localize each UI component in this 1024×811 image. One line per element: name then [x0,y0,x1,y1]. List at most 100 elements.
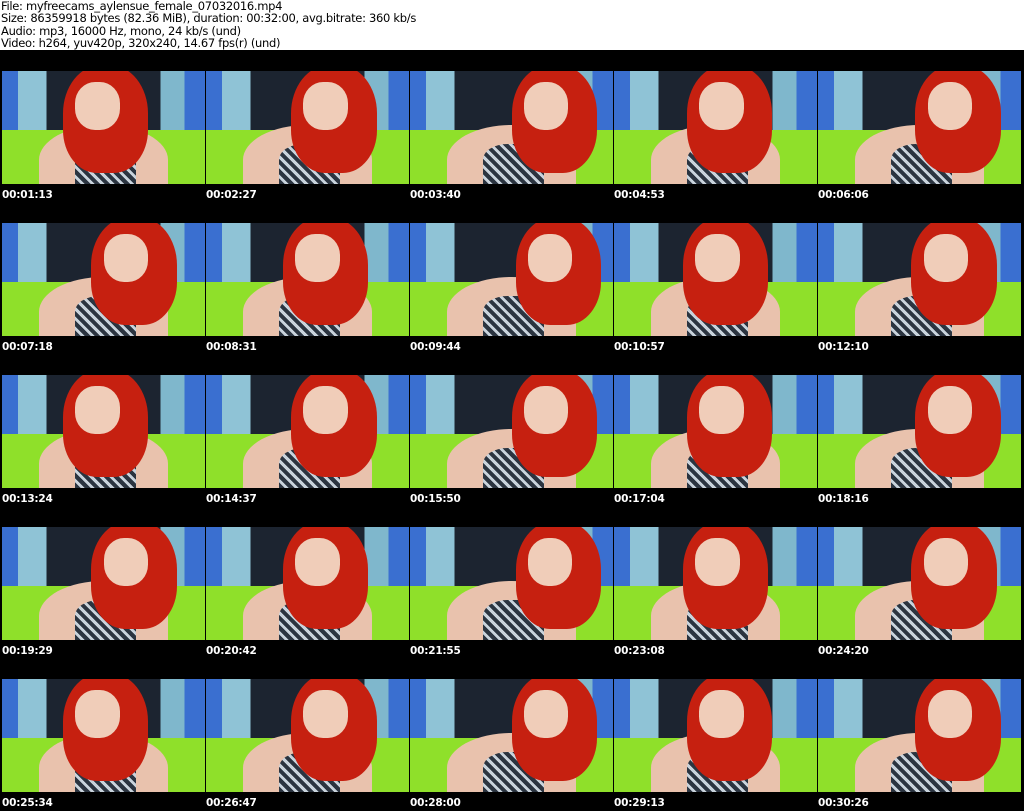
video-frame [2,375,205,488]
timestamp: 00:19:29 [2,645,53,657]
face [75,82,120,130]
face [523,386,569,434]
timestamp: 00:03:40 [410,189,461,201]
face [303,82,349,130]
video-frame [614,527,817,640]
thumbnail: 00:20:42 [206,507,409,659]
face [303,690,349,738]
face [927,690,973,738]
timestamp: 00:13:24 [2,493,53,505]
timestamp: 00:02:27 [206,189,257,201]
thumbnail: 00:17:04 [614,355,817,507]
timestamp: 00:26:47 [206,797,257,809]
video-frame [614,375,817,488]
timestamp: 00:01:13 [2,189,53,201]
face [75,690,120,738]
timestamp: 00:17:04 [614,493,665,505]
timestamp: 00:30:26 [818,797,869,809]
video-frame [818,223,1021,336]
face [927,82,973,130]
timestamp: 00:29:13 [614,797,665,809]
thumbnail: 00:29:13 [614,659,817,811]
video-frame [206,375,409,488]
thumbnail: 00:26:47 [206,659,409,811]
video-frame [614,223,817,336]
face [523,82,569,130]
video-frame [206,71,409,184]
timestamp: 00:20:42 [206,645,257,657]
video-frame [818,375,1021,488]
video-frame [410,375,613,488]
video-frame [614,679,817,792]
thumbnail: 00:25:34 [2,659,205,811]
thumbnail: 00:06:06 [818,51,1021,203]
timestamp: 00:18:16 [818,493,869,505]
face [699,82,744,130]
video-frame [410,71,613,184]
timestamp: 00:06:06 [818,189,869,201]
face [695,234,740,282]
timestamp: 00:08:31 [206,341,257,353]
face [523,690,569,738]
thumbnail: 00:14:37 [206,355,409,507]
face [103,538,149,586]
video-frame [410,223,613,336]
thumbnail: 00:04:53 [614,51,817,203]
thumbnail: 00:28:00 [410,659,613,811]
timestamp: 00:07:18 [2,341,53,353]
video-frame [2,679,205,792]
face [295,234,340,282]
face [527,234,573,282]
thumbnail: 00:08:31 [206,203,409,355]
face [295,538,340,586]
file-size-duration: Size: 86359918 bytes (82.36 MiB), durati… [1,11,417,26]
face [699,690,744,738]
timestamp: 00:15:50 [410,493,461,505]
thumbnail: 00:07:18 [2,203,205,355]
thumbnail: 00:30:26 [818,659,1021,811]
video-frame [410,527,613,640]
thumbnail: 00:10:57 [614,203,817,355]
video-frame [2,223,205,336]
thumbnail: 00:19:29 [2,507,205,659]
thumbnail: 00:01:13 [2,51,205,203]
face [923,538,969,586]
video-frame [206,223,409,336]
video-info: Video: h264, yuv420p, 320x240, 14.67 fps… [1,35,281,50]
face [303,386,349,434]
face [923,234,969,282]
video-frame [614,71,817,184]
timestamp: 00:14:37 [206,493,257,505]
timestamp: 00:23:08 [614,645,665,657]
video-frame [2,527,205,640]
video-frame [206,527,409,640]
video-frame [410,679,613,792]
face [699,386,744,434]
thumbnail: 00:13:24 [2,355,205,507]
thumbnail: 00:18:16 [818,355,1021,507]
timestamp: 00:12:10 [818,341,869,353]
thumbnail: 00:23:08 [614,507,817,659]
timestamp: 00:21:55 [410,645,461,657]
timestamp: 00:24:20 [818,645,869,657]
thumbnail: 00:09:44 [410,203,613,355]
thumbnail: 00:03:40 [410,51,613,203]
video-frame [2,71,205,184]
video-frame [818,679,1021,792]
video-frame [818,527,1021,640]
thumbnail-grid: 00:01:13 00:02:27 00:03:40 00:04:53 00:06:06… [2,51,1021,811]
timestamp: 00:09:44 [410,341,461,353]
thumbnail: 00:15:50 [410,355,613,507]
video-frame [818,71,1021,184]
video-frame [206,679,409,792]
timestamp: 00:10:57 [614,341,665,353]
timestamp: 00:28:00 [410,797,461,809]
face [103,234,149,282]
thumbnail: 00:24:20 [818,507,1021,659]
face [75,386,120,434]
thumbnail-sheet: 00:01:13 00:02:27 00:03:40 00:04:53 00:06:06… [0,50,1024,811]
thumbnail: 00:02:27 [206,51,409,203]
thumbnail: 00:12:10 [818,203,1021,355]
face [695,538,740,586]
thumbnail: 00:21:55 [410,507,613,659]
